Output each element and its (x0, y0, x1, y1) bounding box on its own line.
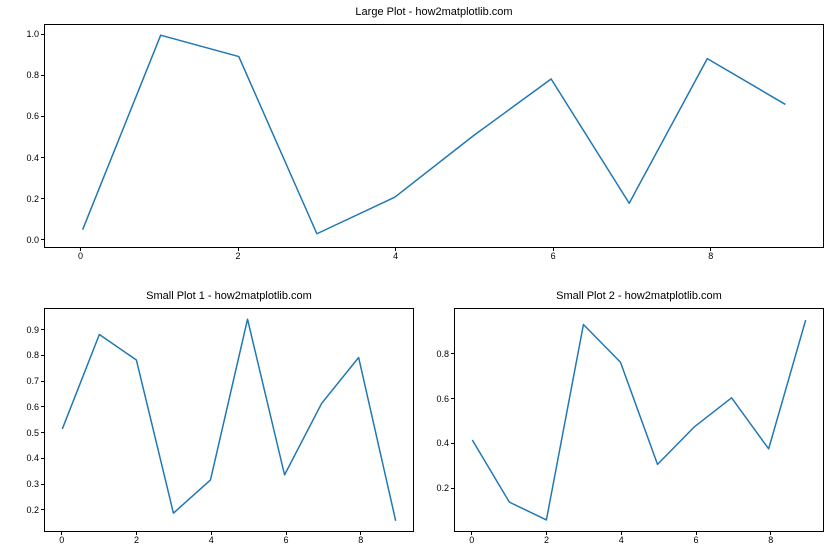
x-tick-label: 6 (694, 531, 699, 545)
x-tick-label: 0 (469, 531, 474, 545)
y-tick-label: 0.6 (26, 111, 45, 121)
plot-area: 0.00.20.40.60.81.002468 (44, 24, 824, 248)
large-plot: Large Plot - how2matplotlib.com 0.00.20.… (44, 24, 824, 248)
y-tick-label: 0.5 (26, 428, 45, 438)
y-tick-label: 0.4 (436, 438, 455, 448)
plot-title: Small Plot 2 - how2matplotlib.com (454, 290, 824, 302)
line-series (455, 309, 823, 531)
x-tick-label: 4 (619, 531, 624, 545)
y-tick-label: 0.4 (26, 453, 45, 463)
y-tick-label: 0.8 (26, 70, 45, 80)
y-tick-label: 0.3 (26, 479, 45, 489)
small-plot-2: Small Plot 2 - how2matplotlib.com 0.20.4… (454, 308, 824, 532)
y-tick-label: 0.8 (26, 350, 45, 360)
y-tick-label: 0.9 (26, 325, 45, 335)
x-tick-label: 2 (134, 531, 139, 545)
x-tick-label: 0 (78, 247, 83, 261)
y-tick-label: 0.2 (26, 505, 45, 515)
y-tick-label: 0.0 (26, 235, 45, 245)
y-tick-label: 0.8 (436, 349, 455, 359)
small-plot-1: Small Plot 1 - how2matplotlib.com 0.20.3… (44, 308, 414, 532)
plot-area: 0.20.30.40.50.60.70.80.902468 (44, 308, 414, 532)
x-tick-label: 2 (236, 247, 241, 261)
x-tick-label: 8 (768, 531, 773, 545)
x-tick-label: 4 (209, 531, 214, 545)
line-series (45, 25, 823, 247)
y-tick-label: 0.7 (26, 376, 45, 386)
plot-area: 0.20.40.60.802468 (454, 308, 824, 532)
figure: Large Plot - how2matplotlib.com 0.00.20.… (0, 0, 840, 560)
y-tick-label: 1.0 (26, 29, 45, 39)
x-tick-label: 0 (59, 531, 64, 545)
x-tick-label: 4 (393, 247, 398, 261)
line-series (45, 309, 413, 531)
x-tick-label: 6 (551, 247, 556, 261)
y-tick-label: 0.2 (26, 194, 45, 204)
x-tick-label: 6 (284, 531, 289, 545)
x-tick-label: 8 (708, 247, 713, 261)
y-tick-label: 0.2 (436, 483, 455, 493)
y-tick-label: 0.6 (26, 402, 45, 412)
y-tick-label: 0.6 (436, 394, 455, 404)
x-tick-label: 8 (358, 531, 363, 545)
x-tick-label: 2 (544, 531, 549, 545)
plot-title: Large Plot - how2matplotlib.com (44, 6, 824, 18)
y-tick-label: 0.4 (26, 153, 45, 163)
plot-title: Small Plot 1 - how2matplotlib.com (44, 290, 414, 302)
